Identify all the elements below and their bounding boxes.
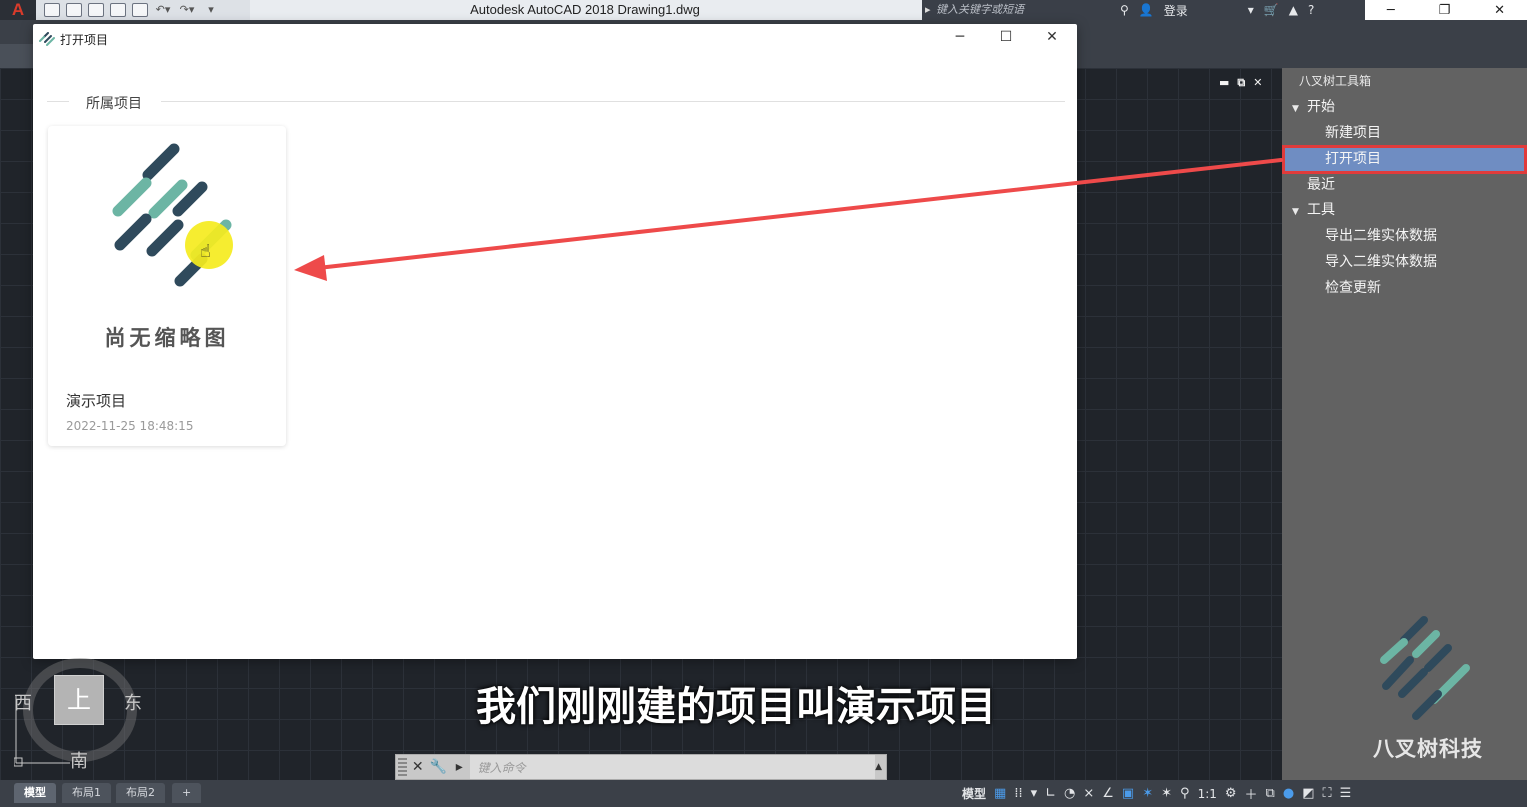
- tree-item-open-project[interactable]: 打开项目: [1325, 148, 1381, 170]
- app-titlebar: A ↶▾ ↷▾ ▾ Autodesk AutoCAD 2018 Drawing1…: [0, 0, 1527, 20]
- close-icon[interactable]: ✕: [407, 759, 428, 775]
- chevron-up-icon[interactable]: ▲: [875, 762, 882, 772]
- dialog-titlebar[interactable]: 打开项目 ─ ☐ ✕: [33, 24, 1077, 54]
- command-prompt-icon[interactable]: ▸: [449, 759, 470, 775]
- exchange-icon[interactable]: ▲: [1289, 3, 1298, 17]
- tab-model[interactable]: 模型: [14, 783, 56, 803]
- angle-icon[interactable]: ∠: [1102, 786, 1114, 801]
- annotation-scale-icon[interactable]: ✶: [1142, 786, 1153, 801]
- minimize-button[interactable]: ─: [1387, 3, 1395, 18]
- status-toolbar: 模型 ▦ ⁞⁞ ▾ ∟ ◔ ⨯ ∠ ▣ ✶ ✶ ⚲ 1:1 ⚙ ＋ ⧉ ● ◩ …: [958, 780, 1527, 807]
- open-project-dialog: 打开项目 ─ ☐ ✕ 所属项目 ☝ 尚无缩略图 演示项目 2022-11-25 …: [33, 24, 1077, 659]
- fullscreen-icon[interactable]: ⛶: [1322, 786, 1331, 801]
- caret-down-icon[interactable]: ▼: [1292, 104, 1299, 114]
- polar-icon[interactable]: ◔: [1064, 786, 1075, 801]
- tree-item-import-2d[interactable]: 导入二维实体数据: [1325, 251, 1437, 273]
- plus-icon[interactable]: ＋: [1245, 784, 1258, 803]
- canvas-minimize-button[interactable]: ▬: [1219, 76, 1229, 90]
- osnap-icon[interactable]: ⨯: [1083, 786, 1094, 801]
- print-icon[interactable]: [132, 3, 148, 17]
- menu-icon[interactable]: ☰: [1340, 786, 1352, 801]
- grid-icon[interactable]: ▦: [994, 786, 1006, 801]
- canvas-close-button[interactable]: ✕: [1253, 76, 1262, 90]
- status-bar: 模型 布局1 布局2 + 模型 ▦ ⁞⁞ ▾ ∟ ◔ ⨯ ∠ ▣ ✶ ✶ ⚲ 1…: [0, 780, 1527, 807]
- compass-east[interactable]: 东: [124, 689, 142, 715]
- divider-line: [161, 101, 1065, 102]
- dialog-maximize-button[interactable]: ☐: [994, 29, 1018, 45]
- tree-item-recent[interactable]: 最近: [1307, 174, 1335, 196]
- graphics-icon[interactable]: ◩: [1302, 786, 1314, 801]
- viewcube[interactable]: 上 西 东 南: [14, 655, 142, 772]
- save-as-icon[interactable]: [110, 3, 126, 17]
- brand-name: 八叉树科技: [1373, 737, 1483, 761]
- scale-dropdown[interactable]: 1:1: [1198, 787, 1217, 801]
- user-icon[interactable]: 👤: [1139, 3, 1154, 17]
- project-date: 2022-11-25 18:48:15: [66, 419, 194, 433]
- new-file-icon[interactable]: [44, 3, 60, 17]
- tree-item-tools[interactable]: 工具: [1307, 199, 1335, 221]
- tree-item-start[interactable]: 开始: [1307, 96, 1335, 118]
- drag-handle[interactable]: [398, 758, 408, 776]
- dialog-title: 打开项目: [60, 33, 109, 47]
- tree-item-check-update[interactable]: 检查更新: [1325, 277, 1381, 299]
- isolate-icon[interactable]: ●: [1283, 786, 1294, 801]
- command-line: ✕ 🔧 ▸ 键入命令 ▲: [395, 754, 887, 780]
- restore-button[interactable]: ❐: [1439, 3, 1451, 18]
- workspace-icon[interactable]: ⧉: [1266, 786, 1275, 801]
- snap-icon[interactable]: ⁞⁞: [1014, 786, 1022, 801]
- tree-item-new-project[interactable]: 新建项目: [1325, 122, 1381, 144]
- ortho-icon[interactable]: ∟: [1045, 786, 1056, 801]
- help-icon[interactable]: ?: [1308, 3, 1314, 17]
- undo-icon[interactable]: ↶▾: [154, 3, 172, 17]
- customize-dropdown-icon[interactable]: ▾: [202, 3, 220, 17]
- divider-line: [47, 101, 69, 102]
- redo-icon[interactable]: ↷▾: [178, 3, 196, 17]
- binoculars-icon[interactable]: ⚲: [1120, 3, 1129, 17]
- cart-icon[interactable]: 🛒: [1264, 3, 1279, 17]
- window-title: Autodesk AutoCAD 2018 Drawing1.dwg: [470, 2, 700, 17]
- thumbnail-placeholder-text: 尚无缩略图: [104, 325, 230, 350]
- dialog-close-button[interactable]: ✕: [1040, 29, 1064, 45]
- tab-layout2[interactable]: 布局2: [116, 783, 165, 803]
- brand-logo-icon: [1380, 616, 1470, 720]
- gear-icon[interactable]: ⚙: [1225, 786, 1237, 801]
- canvas-window-controls: ▬ ⧉ ✕: [1219, 76, 1262, 90]
- save-icon[interactable]: [88, 3, 104, 17]
- subtitle-text: 我们刚刚建的项目叫演示项目: [476, 684, 996, 730]
- add-layout-button[interactable]: +: [172, 783, 202, 803]
- section-label: 所属项目: [86, 96, 142, 112]
- ucs-icon: [14, 695, 70, 767]
- project-card[interactable]: ☝ 尚无缩略图 演示项目 2022-11-25 18:48:15: [48, 126, 286, 446]
- dialog-minimize-button[interactable]: ─: [948, 29, 972, 45]
- model-space-button[interactable]: 模型: [962, 785, 986, 802]
- section-divider: 所属项目: [47, 92, 1065, 112]
- ucs-toggle-icon[interactable]: ▣: [1122, 786, 1134, 801]
- selected-row-highlight: [1282, 145, 1527, 174]
- chevron-down-icon[interactable]: ▾: [1248, 3, 1254, 17]
- project-name: 演示项目: [66, 392, 127, 410]
- autocad-logo-icon[interactable]: A: [0, 0, 36, 20]
- account-bar: ⚲ 👤 登录 ▾ 🛒 ▲ ?: [1112, 0, 1365, 20]
- canvas-restore-button[interactable]: ⧉: [1237, 76, 1245, 90]
- panel-title: 八叉树工具箱: [1299, 74, 1372, 88]
- auto-scale-icon[interactable]: ⚲: [1180, 786, 1190, 801]
- login-button[interactable]: 登录: [1164, 2, 1188, 19]
- annotation-visibility-icon[interactable]: ✶: [1161, 786, 1172, 801]
- search-input[interactable]: 键入关键字或短语: [922, 0, 1112, 20]
- tree-item-export-2d[interactable]: 导出二维实体数据: [1325, 225, 1437, 247]
- quick-access-toolbar: ↶▾ ↷▾ ▾: [36, 0, 250, 20]
- caret-down-icon[interactable]: ▼: [1292, 207, 1299, 217]
- wrench-icon[interactable]: 🔧: [428, 759, 449, 775]
- close-button[interactable]: ✕: [1494, 3, 1505, 18]
- open-folder-icon[interactable]: [66, 3, 82, 17]
- command-input[interactable]: 键入命令: [469, 755, 876, 779]
- tab-layout1[interactable]: 布局1: [62, 783, 111, 803]
- project-thumbnail[interactable]: ☝ 尚无缩略图: [48, 126, 286, 376]
- hand-cursor-icon: ☝: [200, 241, 211, 262]
- window-controls: ─ ❐ ✕: [1365, 0, 1527, 20]
- chevron-down-icon[interactable]: ▾: [1031, 786, 1038, 801]
- app-logo-icon: [39, 32, 55, 46]
